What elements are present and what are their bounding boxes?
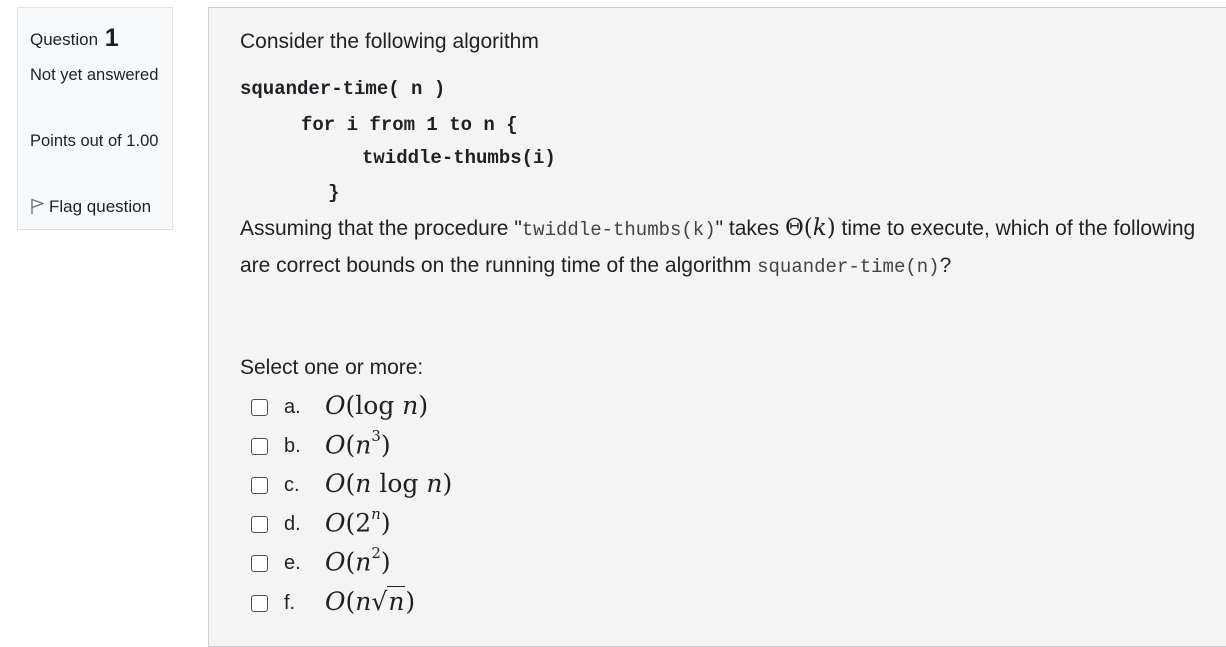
option-letter: c. [284, 474, 300, 496]
code-line-3: twiddle-thumbs(i) [362, 147, 556, 169]
code-line-2: for i from 1 to n { [301, 114, 518, 136]
option-checkbox[interactable] [251, 477, 268, 494]
option-checkbox[interactable] [251, 555, 268, 572]
theta-variable: k [812, 215, 827, 241]
option-letter: b. [284, 435, 301, 457]
theta-expression: Θ(k) [785, 215, 836, 241]
option-expression: O(log n) [325, 391, 429, 420]
code-line-1: squander-time( n ) [240, 78, 446, 100]
option-expression: O(2n) [325, 505, 391, 538]
question-number: 1 [104, 24, 119, 52]
theta-open: Θ( [784, 215, 813, 241]
question-content: Consider the following algorithm squande… [208, 7, 1226, 647]
question-intro: Consider the following algorithm [240, 30, 539, 53]
theta-close: ) [826, 215, 836, 241]
option-letter: a. [284, 396, 301, 418]
flag-icon [31, 198, 44, 214]
option-letter: d. [284, 513, 301, 535]
option-letter: e. [284, 552, 301, 574]
code-line-4: } [328, 182, 340, 204]
question-grade: Points out of 1.00 [30, 132, 159, 150]
question-label: Question [30, 30, 99, 49]
question-text-part: Assuming that the procedure " [240, 217, 522, 240]
flag-question-label: Flag question [49, 197, 152, 216]
option-checkbox[interactable] [251, 438, 268, 455]
option-expression: O(n√n) [325, 586, 416, 616]
question-text-part: ? [939, 254, 952, 277]
question-text-part: " takes [715, 217, 785, 240]
option-letter: f. [284, 592, 296, 614]
option-expression: O(n2) [325, 544, 391, 577]
option-checkbox[interactable] [251, 399, 268, 416]
procedure-code: twiddle-thumbs(k) [521, 219, 716, 241]
option-checkbox[interactable] [251, 516, 268, 533]
question-info-panel: Question 1 Not yet answered Points out o… [17, 7, 173, 230]
option-expression: O(n3) [325, 427, 391, 460]
select-prompt: Select one or more: [240, 356, 424, 379]
flag-question-button[interactable]: Flag question [30, 195, 151, 217]
question-state: Not yet answered [30, 66, 159, 84]
option-expression: O(n log n) [325, 469, 453, 498]
option-checkbox[interactable] [251, 595, 268, 612]
algorithm-code: squander-time(n) [757, 256, 940, 278]
question-number-label: Question 1 [30, 23, 119, 52]
question-text: Assuming that the procedure "twiddle-thu… [240, 210, 1200, 285]
